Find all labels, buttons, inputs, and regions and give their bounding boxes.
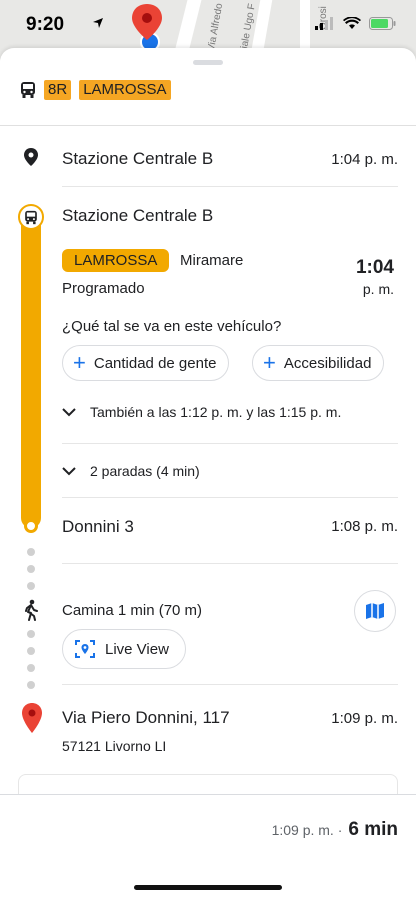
trip-duration: 6 min — [348, 819, 398, 840]
bus-icon — [25, 210, 37, 224]
divider — [62, 684, 398, 685]
sheet-drag-handle[interactable] — [193, 60, 223, 65]
crowd-level-label: Cantidad de gente — [93, 354, 217, 372]
boarding-stop-marker — [18, 204, 44, 230]
route-number-badge: 8R — [44, 80, 72, 100]
origin-time: 1:04 p. m. — [331, 151, 398, 168]
alight-stop-title[interactable]: Donnini 3 — [62, 517, 134, 537]
other-departures-toggle[interactable]: También a las 1:12 p. m. y las 1:15 p. m… — [62, 404, 341, 420]
arrival-time: 1:09 p. m. · — [271, 822, 343, 838]
crowd-level-button[interactable]: + Cantidad de gente — [62, 345, 230, 381]
map-icon — [366, 603, 384, 619]
trip-summary-bar: 1:09 p. m. · 6 min — [0, 794, 416, 900]
live-view-label: Live View — [105, 640, 169, 658]
divider — [62, 497, 398, 498]
destination-pin-icon — [22, 703, 42, 733]
divider — [62, 443, 398, 444]
crowding-question: ¿Qué tal se va en este vehículo? — [62, 318, 282, 335]
departure-ampm: p. m. — [362, 281, 394, 297]
header-divider — [0, 125, 416, 126]
status-time: 9:20 — [26, 14, 65, 35]
accessibility-button[interactable]: + Accesibilidad — [252, 345, 385, 381]
route-header: 8R LAMROSSA — [20, 80, 171, 100]
origin-title[interactable]: Stazione Centrale B — [62, 149, 213, 169]
chevron-down-icon — [62, 407, 76, 416]
walk-map-button[interactable] — [354, 590, 396, 632]
divider — [62, 186, 398, 187]
walk-dot — [27, 630, 35, 638]
walk-dot — [27, 565, 35, 573]
alight-stop-marker — [24, 519, 38, 533]
walk-dot — [27, 647, 35, 655]
walk-dot — [27, 582, 35, 590]
stops-toggle[interactable]: 2 paradas (4 min) — [62, 463, 200, 479]
wifi-icon — [343, 17, 361, 29]
destination-title[interactable]: Via Piero Donnini, 117 — [62, 708, 230, 728]
walk-dot — [27, 681, 35, 689]
transit-line-bar — [21, 216, 41, 528]
boarding-stop-title[interactable]: Stazione Centrale B — [62, 206, 213, 226]
plus-icon: + — [73, 350, 86, 375]
destination-subtitle: 57121 Livorno LI — [62, 738, 167, 754]
destination-time: 1:09 p. m. — [331, 710, 398, 727]
status-bar: 9:20 — [0, 0, 416, 48]
live-view-icon — [75, 640, 95, 658]
accessibility-label: Accesibilidad — [283, 354, 372, 372]
line-chip: LAMROSSA — [62, 249, 170, 272]
origin-pin-icon — [24, 148, 38, 166]
route-name-badge: LAMROSSA — [79, 80, 171, 100]
schedule-status: Programado — [62, 280, 145, 297]
directions-sheet: 8R LAMROSSA Stazione Centrale B 1:04 p. … — [0, 48, 416, 900]
line-destination: Miramare — [180, 252, 244, 269]
walk-summary: Camina 1 min (70 m) — [62, 602, 203, 619]
plus-icon: + — [263, 350, 276, 375]
location-arrow-icon — [93, 18, 103, 28]
home-indicator[interactable] — [134, 885, 282, 890]
walking-person-icon — [25, 599, 38, 621]
cellular-signal-icon — [315, 17, 333, 30]
walk-dot — [27, 548, 35, 556]
live-view-button[interactable]: Live View — [62, 629, 186, 669]
alight-time: 1:08 p. m. — [331, 518, 398, 535]
stops-label: 2 paradas (4 min) — [90, 463, 200, 479]
departure-time: 1:04 — [355, 257, 394, 278]
other-departures-label: También a las 1:12 p. m. y las 1:15 p. m… — [90, 404, 342, 420]
bus-icon — [21, 82, 35, 98]
divider — [62, 563, 398, 564]
walk-dot — [27, 664, 35, 672]
chevron-down-icon — [62, 466, 76, 475]
battery-icon — [369, 17, 396, 30]
